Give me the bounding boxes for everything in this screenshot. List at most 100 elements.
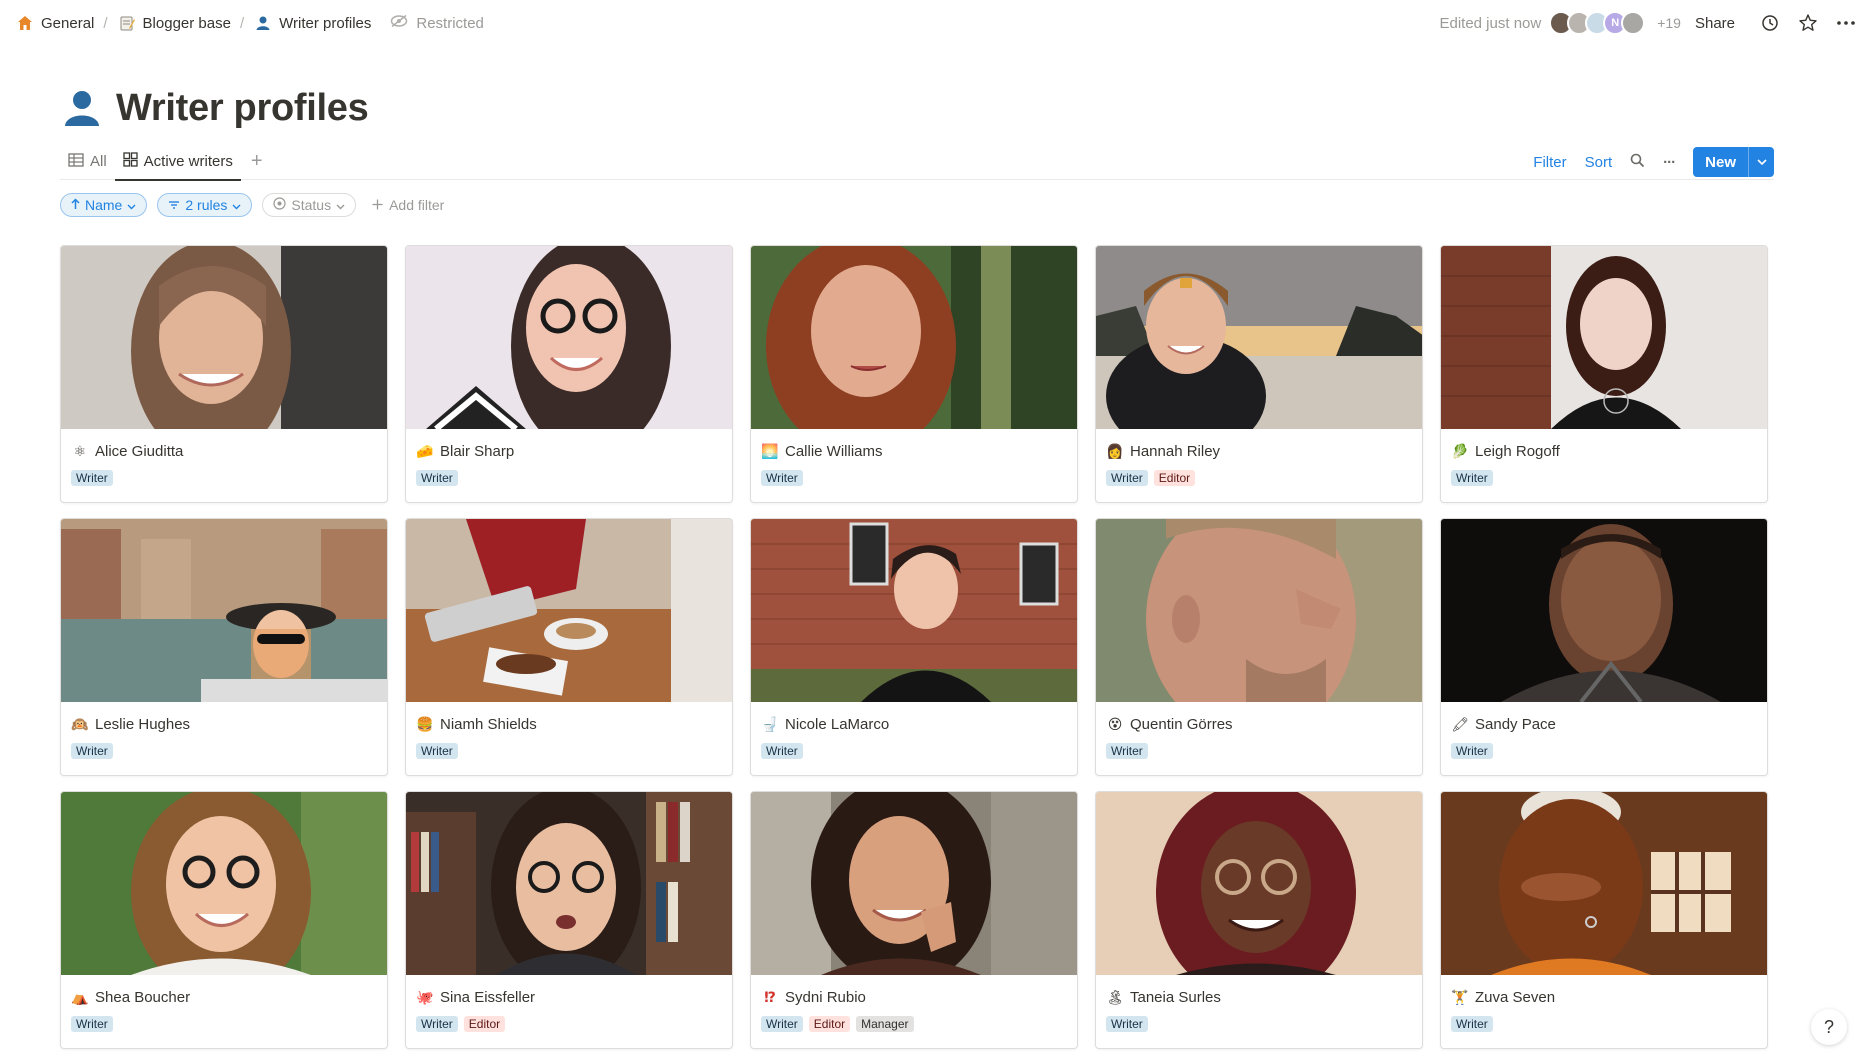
- gallery-card[interactable]: ⁉ Sydni Rubio Writer Editor Manager: [750, 791, 1078, 1049]
- card-emoji-icon: ⁉: [764, 988, 776, 1005]
- tag-writer: Writer: [761, 743, 803, 759]
- gallery-card[interactable]: 🌅 Callie Williams Writer: [750, 245, 1078, 503]
- gallery-icon: [123, 152, 138, 171]
- view-more-icon[interactable]: ···: [1663, 154, 1676, 171]
- breadcrumb-general[interactable]: General: [10, 10, 99, 36]
- add-view-button[interactable]: +: [241, 150, 273, 173]
- help-button[interactable]: ?: [1811, 1009, 1847, 1045]
- gallery-card[interactable]: 🚽 Nicole LaMarco Writer: [750, 518, 1078, 776]
- more-options-icon[interactable]: [1831, 8, 1861, 38]
- card-emoji-icon: 🍔: [416, 715, 434, 732]
- profile-photo: [406, 792, 732, 975]
- profile-photo: [61, 519, 387, 702]
- sort-button[interactable]: Sort: [1585, 154, 1613, 171]
- card-emoji-icon: 🌅: [761, 442, 779, 459]
- profile-photo: [1096, 519, 1422, 702]
- star-icon[interactable]: [1793, 8, 1823, 38]
- rules-pill-label: 2 rules: [185, 197, 228, 213]
- memo-icon: [117, 13, 137, 33]
- gallery-card[interactable]: 🧀 Blair Sharp Writer: [405, 245, 733, 503]
- status-pill[interactable]: Status: [262, 193, 357, 217]
- profile-photo: [751, 792, 1077, 975]
- add-filter-button[interactable]: Add filter: [366, 197, 444, 213]
- view-actions: Filter Sort ··· New: [1533, 144, 1774, 180]
- tag-writer: Writer: [1451, 743, 1493, 759]
- card-name: Niamh Shields: [440, 715, 537, 733]
- breadcrumb-label: Writer profiles: [279, 14, 372, 32]
- filter-row: Name 2 rules Status Add filter: [60, 192, 444, 218]
- gallery-card[interactable]: 🏝 Taneia Surles Writer: [1095, 791, 1423, 1049]
- gallery-card[interactable]: 🐙 Sina Eissfeller Writer Editor: [405, 791, 733, 1049]
- gallery-card[interactable]: 🏋 Zuva Seven Writer: [1440, 791, 1768, 1049]
- gallery-card[interactable]: 👩 Hannah Riley Writer Editor: [1095, 245, 1423, 503]
- filter-button[interactable]: Filter: [1533, 154, 1566, 171]
- tag-manager: Manager: [856, 1016, 914, 1032]
- breadcrumb-separator: /: [103, 14, 108, 32]
- tag-writer: Writer: [1451, 470, 1493, 486]
- tag-writer: Writer: [1451, 1016, 1493, 1032]
- card-emoji-icon: 🚽: [761, 715, 779, 732]
- new-button[interactable]: New: [1693, 147, 1774, 177]
- gallery-card[interactable]: 🖍 Sandy Pace Writer: [1440, 518, 1768, 776]
- chevron-down-icon: [232, 197, 241, 213]
- card-emoji-icon: 🥬: [1451, 442, 1469, 459]
- share-button[interactable]: Share: [1695, 15, 1735, 32]
- edited-status: Edited just now: [1439, 14, 1542, 32]
- tag-writer: Writer: [1106, 470, 1148, 486]
- profile-photo: [1441, 792, 1767, 975]
- plus-icon: [372, 197, 383, 213]
- card-emoji-icon: 🖍: [1451, 715, 1469, 732]
- profile-photo: [406, 246, 732, 429]
- card-name: Callie Williams: [785, 442, 883, 460]
- profile-photo: [751, 246, 1077, 429]
- card-name: Leslie Hughes: [95, 715, 191, 733]
- card-emoji-icon: 🙉: [71, 715, 89, 732]
- tag-writer: Writer: [416, 743, 458, 759]
- restricted-indicator[interactable]: Restricted: [390, 14, 484, 32]
- page-title[interactable]: Writer profiles: [116, 87, 369, 130]
- gallery-card[interactable]: 🙉 Leslie Hughes Writer: [60, 518, 388, 776]
- profile-photo: [1441, 519, 1767, 702]
- tab-active-writers[interactable]: Active writers: [114, 144, 242, 181]
- collaborator-avatars[interactable]: N: [1549, 11, 1646, 35]
- new-button-label: New: [1705, 153, 1736, 171]
- profile-photo: [1096, 792, 1422, 975]
- extra-collaborators-count[interactable]: +19: [1657, 15, 1681, 31]
- history-icon[interactable]: [1755, 8, 1785, 38]
- card-name: Taneia Surles: [1130, 988, 1221, 1006]
- chevron-down-icon[interactable]: [1748, 147, 1774, 177]
- arrow-up-icon: [71, 197, 80, 213]
- card-name: Nicole LaMarco: [785, 715, 890, 733]
- breadcrumb-blogger-base[interactable]: Blogger base: [112, 10, 236, 36]
- card-emoji-icon: 🧀: [416, 442, 434, 459]
- table-icon: [68, 152, 84, 171]
- eye-slash-icon: [390, 14, 408, 32]
- profile-photo: [61, 792, 387, 975]
- person-icon[interactable]: [60, 86, 104, 130]
- card-name: Blair Sharp: [440, 442, 515, 460]
- gallery-card[interactable]: ⚛ Alice Giuditta Writer: [60, 245, 388, 503]
- view-bar: All Active writers + Filter Sort ··· New: [60, 144, 1774, 181]
- chevron-down-icon: [336, 197, 345, 213]
- card-name: Shea Boucher: [95, 988, 191, 1006]
- tag-writer: Writer: [761, 470, 803, 486]
- gallery-card[interactable]: 🍔 Niamh Shields Writer: [405, 518, 733, 776]
- card-emoji-icon: 👩: [1106, 442, 1124, 459]
- gallery-card[interactable]: 😵 Quentin Görres Writer: [1095, 518, 1423, 776]
- filter-lines-icon: [168, 197, 180, 213]
- card-emoji-icon: 🏝: [1106, 988, 1124, 1005]
- profile-photo: [406, 519, 732, 702]
- tag-writer: Writer: [71, 743, 113, 759]
- gallery-card[interactable]: 🥬 Leigh Rogoff Writer: [1440, 245, 1768, 503]
- card-name: Sina Eissfeller: [440, 988, 536, 1006]
- sort-pill[interactable]: Name: [60, 193, 148, 217]
- breadcrumb-writer-profiles[interactable]: Writer profiles: [248, 10, 376, 36]
- rules-pill[interactable]: 2 rules: [157, 193, 253, 217]
- card-emoji-icon: ⚛: [73, 442, 87, 459]
- status-icon: [273, 197, 286, 213]
- card-emoji-icon: 🏋: [1451, 988, 1469, 1005]
- search-icon[interactable]: [1630, 153, 1645, 172]
- tab-all[interactable]: All: [60, 144, 115, 180]
- gallery-card[interactable]: ⛺ Shea Boucher Writer: [60, 791, 388, 1049]
- person-icon: [253, 13, 273, 33]
